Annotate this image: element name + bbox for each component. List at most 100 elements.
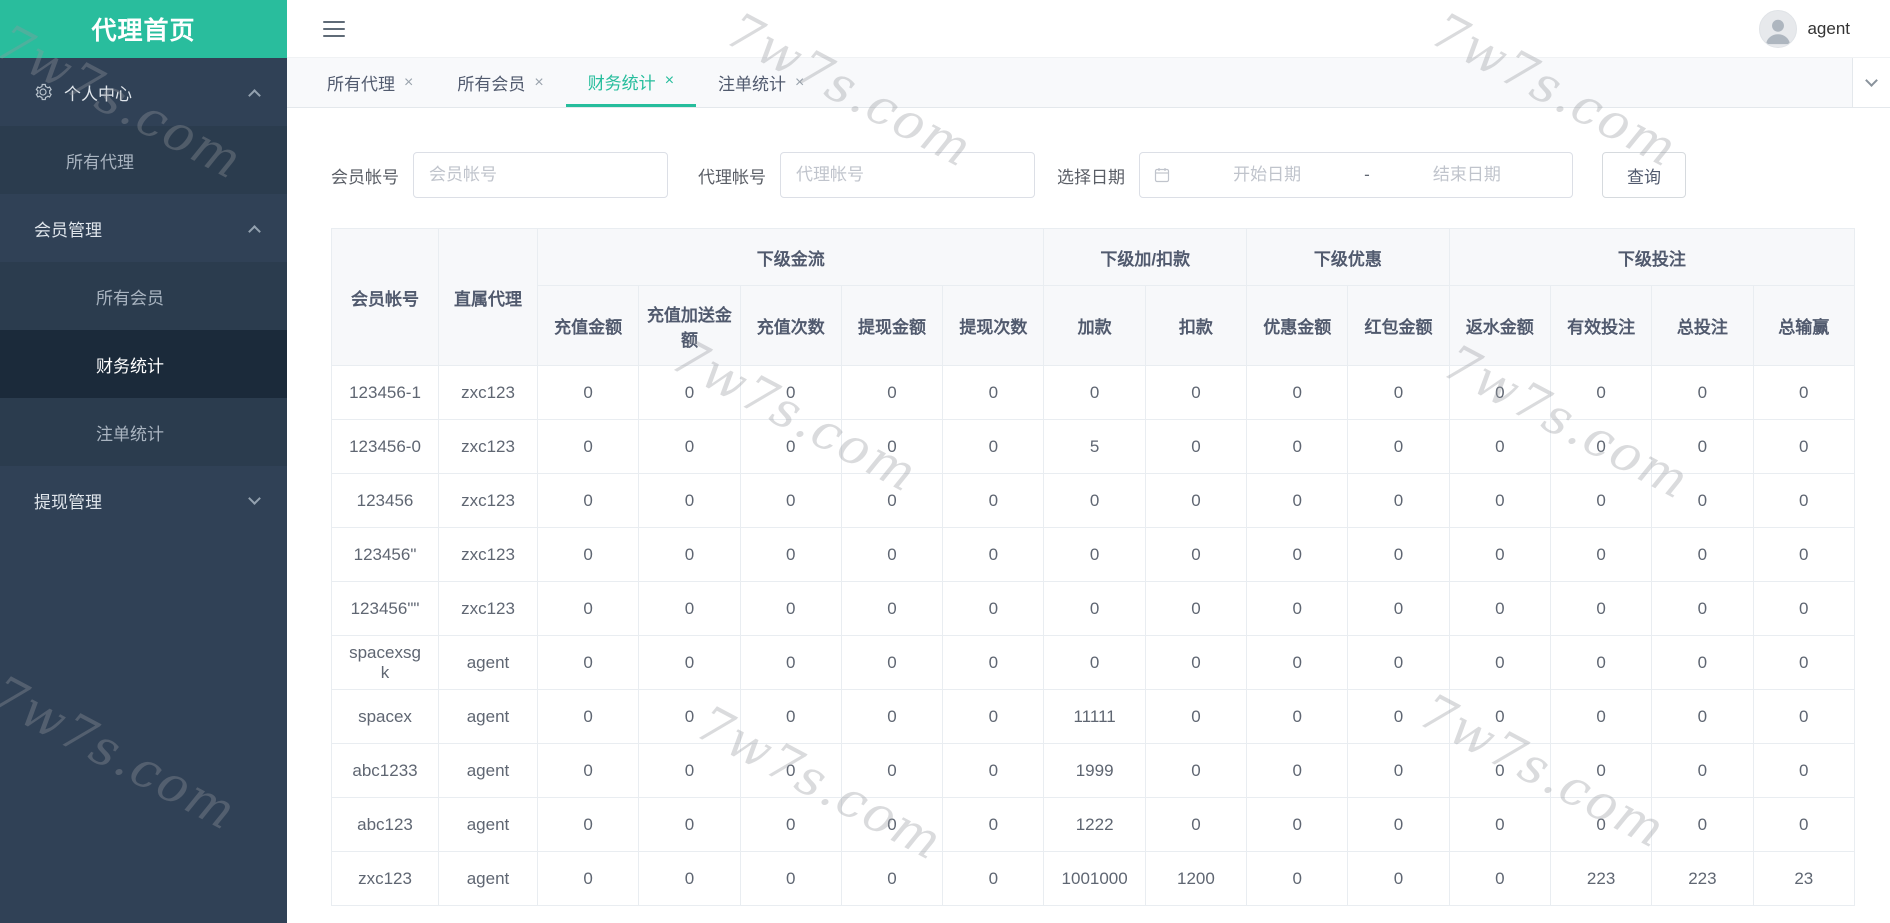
value-cell: 11111	[1043, 689, 1146, 744]
value-cell: 0	[536, 419, 640, 474]
tab-all-members[interactable]: 所有会员 ×	[435, 58, 565, 107]
value-cell: 1999	[1043, 743, 1146, 798]
value-cell: 0	[1347, 689, 1450, 744]
direct-agent-cell: zxc123	[438, 581, 538, 636]
value-cell: 0	[840, 743, 944, 798]
value-cell: 0	[1246, 365, 1349, 420]
member-account-cell: abc1233	[331, 743, 439, 798]
gear-icon	[34, 83, 52, 101]
topbar: agent	[287, 0, 1890, 58]
value-cell: 0	[1246, 419, 1349, 474]
member-account-input[interactable]	[413, 152, 668, 198]
close-icon[interactable]: ×	[795, 74, 804, 91]
chevron-down-icon	[1865, 74, 1878, 87]
value-cell: 0	[1752, 743, 1856, 798]
value-cell: 0	[1144, 689, 1248, 744]
value-cell: 0	[536, 581, 640, 636]
sidebar-item-personal-center[interactable]: 个人中心	[0, 58, 287, 126]
sidebar-item-member-management[interactable]: 会员管理	[0, 194, 287, 262]
value-cell: 0	[840, 581, 944, 636]
sidebar-item-all-members[interactable]: 所有会员	[0, 262, 287, 330]
main-content: 会员帐号 代理帐号 选择日期 - 查询 会员帐号 直属代理 下级	[287, 108, 1890, 923]
sidebar-menu: 个人中心 所有代理 会员管理 所有会员 财务统计 注单统计 提现管理	[0, 58, 287, 534]
value-cell: 0	[1347, 797, 1450, 852]
value-cell: 0	[739, 743, 842, 798]
value-cell: 0	[1347, 365, 1450, 420]
hamburger-menu-icon[interactable]	[323, 20, 345, 37]
tabs-dropdown-button[interactable]	[1852, 58, 1890, 107]
sidebar-item-finance-stats[interactable]: 财务统计	[0, 330, 287, 398]
table-row: 123456"" zxc123 0 0 0 0 0 0 0 0 0 0 0 0 0	[331, 581, 1856, 636]
value-cell: 0	[1448, 635, 1551, 690]
column-header: 返水金额	[1448, 285, 1551, 366]
table-row: 123456-1 zxc123 0 0 0 0 0 0 0 0 0 0 0 0 0	[331, 365, 1856, 420]
date-select-label: 选择日期	[1057, 167, 1125, 187]
member-account-cell: spacex	[331, 689, 439, 744]
value-cell: 0	[1549, 419, 1653, 474]
value-cell: 0	[1043, 365, 1146, 420]
value-cell: 0	[1549, 635, 1653, 690]
close-icon[interactable]: ×	[534, 74, 543, 91]
value-cell: 0	[1549, 365, 1653, 420]
value-cell: 0	[1347, 743, 1450, 798]
value-cell: 0	[739, 527, 842, 582]
value-cell: 0	[1043, 473, 1146, 528]
value-cell: 0	[942, 419, 1045, 474]
value-cell: 0	[1448, 581, 1551, 636]
value-cell: 0	[840, 689, 944, 744]
value-cell: 0	[942, 743, 1045, 798]
search-button[interactable]: 查询	[1602, 152, 1686, 198]
direct-agent-cell: agent	[438, 797, 538, 852]
chevron-up-icon	[248, 224, 261, 238]
avatar[interactable]	[1759, 9, 1798, 48]
value-cell: 0	[1549, 797, 1653, 852]
value-cell: 0	[1752, 689, 1856, 744]
value-cell: 0	[1651, 581, 1754, 636]
sidebar-item-bet-stats[interactable]: 注单统计	[0, 398, 287, 466]
value-cell: 0	[1549, 527, 1653, 582]
group-header-discount: 下级优惠	[1246, 228, 1450, 286]
value-cell: 0	[739, 851, 842, 906]
value-cell: 0	[638, 365, 741, 420]
value-cell: 1222	[1043, 797, 1146, 852]
value-cell: 0	[1347, 635, 1450, 690]
value-cell: 0	[840, 473, 944, 528]
date-range-picker[interactable]: -	[1139, 152, 1573, 198]
value-cell: 23	[1752, 851, 1856, 906]
agent-account-input[interactable]	[780, 152, 1035, 198]
value-cell: 0	[1448, 689, 1551, 744]
close-icon[interactable]: ×	[665, 73, 674, 89]
member-account-cell: 123456""	[331, 581, 439, 636]
value-cell: 0	[1144, 527, 1248, 582]
value-cell: 0	[638, 743, 741, 798]
value-cell: 0	[638, 797, 741, 852]
start-date-input[interactable]	[1176, 165, 1359, 185]
end-date-input[interactable]	[1375, 165, 1559, 185]
tab-finance-stats[interactable]: 财务统计 ×	[565, 58, 697, 107]
tab-all-agents[interactable]: 所有代理 ×	[305, 58, 435, 107]
value-cell: 0	[942, 365, 1045, 420]
column-header: 扣款	[1144, 285, 1248, 366]
sidebar-item-withdrawal-management[interactable]: 提现管理	[0, 466, 287, 534]
value-cell: 5	[1043, 419, 1146, 474]
table-row: 123456 zxc123 0 0 0 0 0 0 0 0 0 0 0 0 0	[331, 473, 1856, 528]
column-header: 加款	[1043, 285, 1146, 366]
value-cell: 0	[739, 473, 842, 528]
group-header-betting: 下级投注	[1448, 228, 1856, 286]
filter-bar: 会员帐号 代理帐号 选择日期 - 查询	[331, 152, 1855, 198]
close-icon[interactable]: ×	[404, 74, 413, 91]
column-header-direct-agent: 直属代理	[438, 228, 538, 366]
value-cell: 0	[840, 419, 944, 474]
value-cell: 0	[1651, 419, 1754, 474]
value-cell: 0	[536, 365, 640, 420]
tab-label: 财务统计	[587, 73, 656, 93]
user-menu[interactable]: agent	[1759, 9, 1850, 48]
username-label[interactable]: agent	[1807, 19, 1850, 39]
tab-bet-stats[interactable]: 注单统计 ×	[696, 58, 826, 107]
value-cell: 0	[1651, 635, 1754, 690]
value-cell: 0	[1448, 419, 1551, 474]
value-cell: 0	[840, 527, 944, 582]
value-cell: 0	[1752, 527, 1856, 582]
sidebar-item-all-agents[interactable]: 所有代理	[0, 126, 287, 194]
table-body: 123456-1 zxc123 0 0 0 0 0 0 0 0 0 0 0 0 0 123456-0 zxc12…	[331, 365, 1856, 906]
